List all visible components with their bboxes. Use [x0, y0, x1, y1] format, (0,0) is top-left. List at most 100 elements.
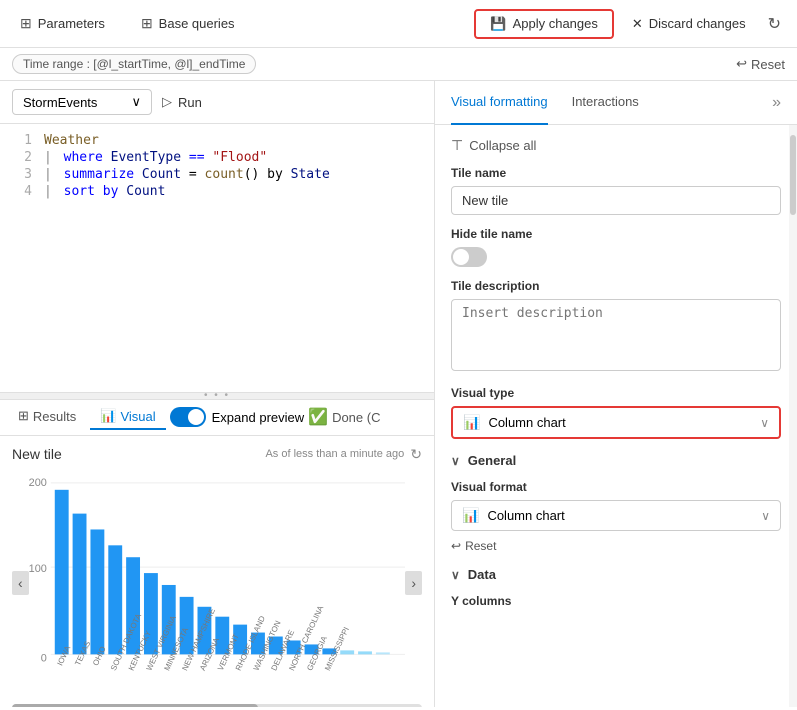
results-icon: ⊞ — [18, 408, 29, 424]
chart-header: New tile As of less than a minute ago ↻ — [12, 446, 422, 463]
visual-format-chevron-icon: ∨ — [761, 509, 770, 523]
chart-title: New tile — [12, 446, 62, 462]
discard-icon: ✕ — [632, 16, 643, 32]
hide-tile-name-label: Hide tile name — [451, 227, 781, 241]
collapse-icon: ⊤ — [451, 137, 463, 154]
chart-area: New tile As of less than a minute ago ↻ … — [0, 436, 434, 708]
time-bar: Time range : [@l_startTime, @l]_endTime … — [0, 48, 797, 81]
right-scrollbar[interactable] — [789, 125, 797, 707]
general-section-header[interactable]: ∨ General — [451, 453, 781, 468]
run-label: Run — [178, 95, 202, 110]
right-scrollbar-thumb — [790, 135, 796, 215]
visual-type-dropdown[interactable]: 📊 Column chart ∨ — [451, 406, 781, 439]
database-selector[interactable]: StormEvents ∨ — [12, 89, 152, 115]
done-icon: ✅ — [308, 407, 328, 427]
reset-label: Reset — [751, 57, 785, 72]
collapse-all-button[interactable]: ⊤ Collapse all — [451, 137, 536, 154]
tile-name-label: Tile name — [451, 166, 781, 180]
chart-hscrollbar-thumb — [12, 704, 258, 708]
code-line-2: 2 | where EventType == "Flood" — [0, 149, 434, 166]
time-range-badge[interactable]: Time range : [@l_startTime, @l]_endTime — [12, 54, 256, 74]
visual-type-chevron-icon: ∨ — [760, 416, 769, 430]
main-layout: StormEvents ∨ ▷ Run 1 Weather 2 | where … — [0, 81, 797, 707]
chart-timestamp: As of less than a minute ago — [265, 448, 404, 460]
top-bar-left: ⊞ Parameters ⊞ Base queries — [12, 11, 454, 36]
data-section-header[interactable]: ∨ Data — [451, 567, 781, 582]
interactions-label: Interactions — [572, 94, 639, 109]
reset-small-icon: ↩ — [451, 539, 461, 553]
bottom-tabs: ⊞ Results 📊 Visual Expand preview ✅ Done… — [0, 400, 434, 436]
collapse-all-label: Collapse all — [469, 138, 536, 153]
parameters-nav[interactable]: ⊞ Parameters — [12, 11, 113, 36]
code-line-1: 1 Weather — [0, 132, 434, 149]
right-panel: Visual formatting Interactions » ⊤ Colla… — [435, 81, 797, 707]
tile-description-label: Tile description — [451, 279, 781, 293]
expand-icon[interactable]: » — [772, 94, 781, 112]
visual-format-reset-button[interactable]: ↩ Reset — [451, 539, 496, 553]
chart-refresh-button[interactable]: ↻ — [410, 446, 422, 463]
apply-changes-button[interactable]: 💾 Apply changes — [474, 9, 613, 39]
tab-visual[interactable]: 📊 Visual — [90, 404, 165, 430]
tile-description-input[interactable] — [451, 299, 781, 371]
column-chart-type-icon: 📊 — [463, 414, 480, 431]
svg-text:100: 100 — [29, 563, 47, 575]
visual-icon: 📊 — [100, 408, 116, 424]
svg-text:0: 0 — [40, 652, 46, 664]
base-queries-icon: ⊞ — [141, 15, 153, 32]
chart-scroll-left-button[interactable]: ‹ — [12, 571, 29, 595]
expand-toggle-switch[interactable] — [170, 407, 206, 427]
hide-tile-name-toggle-row — [451, 247, 781, 267]
base-queries-label: Base queries — [159, 16, 235, 31]
tile-name-input[interactable] — [451, 186, 781, 215]
general-label: General — [468, 453, 516, 468]
db-chevron-icon: ∨ — [131, 94, 141, 110]
mini-toggle-knob — [453, 249, 469, 265]
chart-scroll-right-button[interactable]: › — [405, 571, 422, 595]
data-label: Data — [468, 567, 496, 582]
base-queries-nav[interactable]: ⊞ Base queries — [133, 11, 243, 36]
general-chevron-icon: ∨ — [451, 454, 460, 468]
reset-time-button[interactable]: ↩ Reset — [736, 56, 785, 72]
code-editor[interactable]: 1 Weather 2 | where EventType == "Flood"… — [0, 124, 434, 392]
reset-icon: ↩ — [736, 56, 747, 72]
y-columns-label: Y columns — [451, 594, 781, 608]
svg-text:200: 200 — [29, 476, 47, 488]
apply-changes-label: Apply changes — [513, 16, 598, 31]
hide-tile-name-toggle[interactable] — [451, 247, 487, 267]
discard-changes-label: Discard changes — [649, 16, 746, 31]
resize-handle[interactable]: • • • — [0, 392, 434, 400]
done-badge: ✅ Done (C — [308, 407, 380, 427]
run-icon: ▷ — [162, 94, 172, 110]
right-tabs: Visual formatting Interactions » — [435, 81, 797, 125]
toggle-knob — [188, 409, 204, 425]
visual-format-value: Column chart — [487, 508, 564, 523]
right-content: ⊤ Collapse all Tile name Hide tile name … — [435, 125, 797, 707]
tab-interactions[interactable]: Interactions — [572, 81, 639, 125]
run-button[interactable]: ▷ Run — [162, 94, 202, 110]
db-name: StormEvents — [23, 95, 97, 110]
data-chevron-icon: ∨ — [451, 568, 460, 582]
query-area: StormEvents ∨ ▷ Run — [0, 81, 434, 124]
visual-label: Visual — [120, 409, 155, 424]
done-label: Done (C — [332, 410, 380, 425]
parameters-icon: ⊞ — [20, 15, 32, 32]
chart-hscrollbar[interactable] — [12, 704, 422, 708]
expand-preview-toggle[interactable]: Expand preview — [170, 407, 305, 427]
tab-results[interactable]: ⊞ Results — [8, 404, 86, 430]
top-bar-right: 💾 Apply changes ✕ Discard changes ↻ — [474, 9, 785, 39]
visual-type-value: Column chart — [488, 415, 565, 430]
column-chart: 200 100 0 — [29, 467, 406, 697]
visual-type-label: Visual type — [451, 386, 781, 400]
tab-visual-formatting[interactable]: Visual formatting — [451, 81, 548, 125]
apply-icon: 💾 — [490, 16, 506, 32]
reset-small-label: Reset — [465, 539, 496, 553]
refresh-button[interactable]: ↻ — [764, 10, 785, 38]
visual-format-dropdown[interactable]: 📊 Column chart ∨ — [451, 500, 781, 531]
visual-formatting-label: Visual formatting — [451, 94, 548, 109]
expand-preview-label: Expand preview — [212, 410, 305, 425]
results-label: Results — [33, 409, 76, 424]
discard-changes-button[interactable]: ✕ Discard changes — [622, 11, 756, 37]
left-panel: StormEvents ∨ ▷ Run 1 Weather 2 | where … — [0, 81, 435, 707]
visual-format-icon: 📊 — [462, 507, 479, 524]
code-line-3: 3 | summarize Count = count() by State — [0, 166, 434, 183]
